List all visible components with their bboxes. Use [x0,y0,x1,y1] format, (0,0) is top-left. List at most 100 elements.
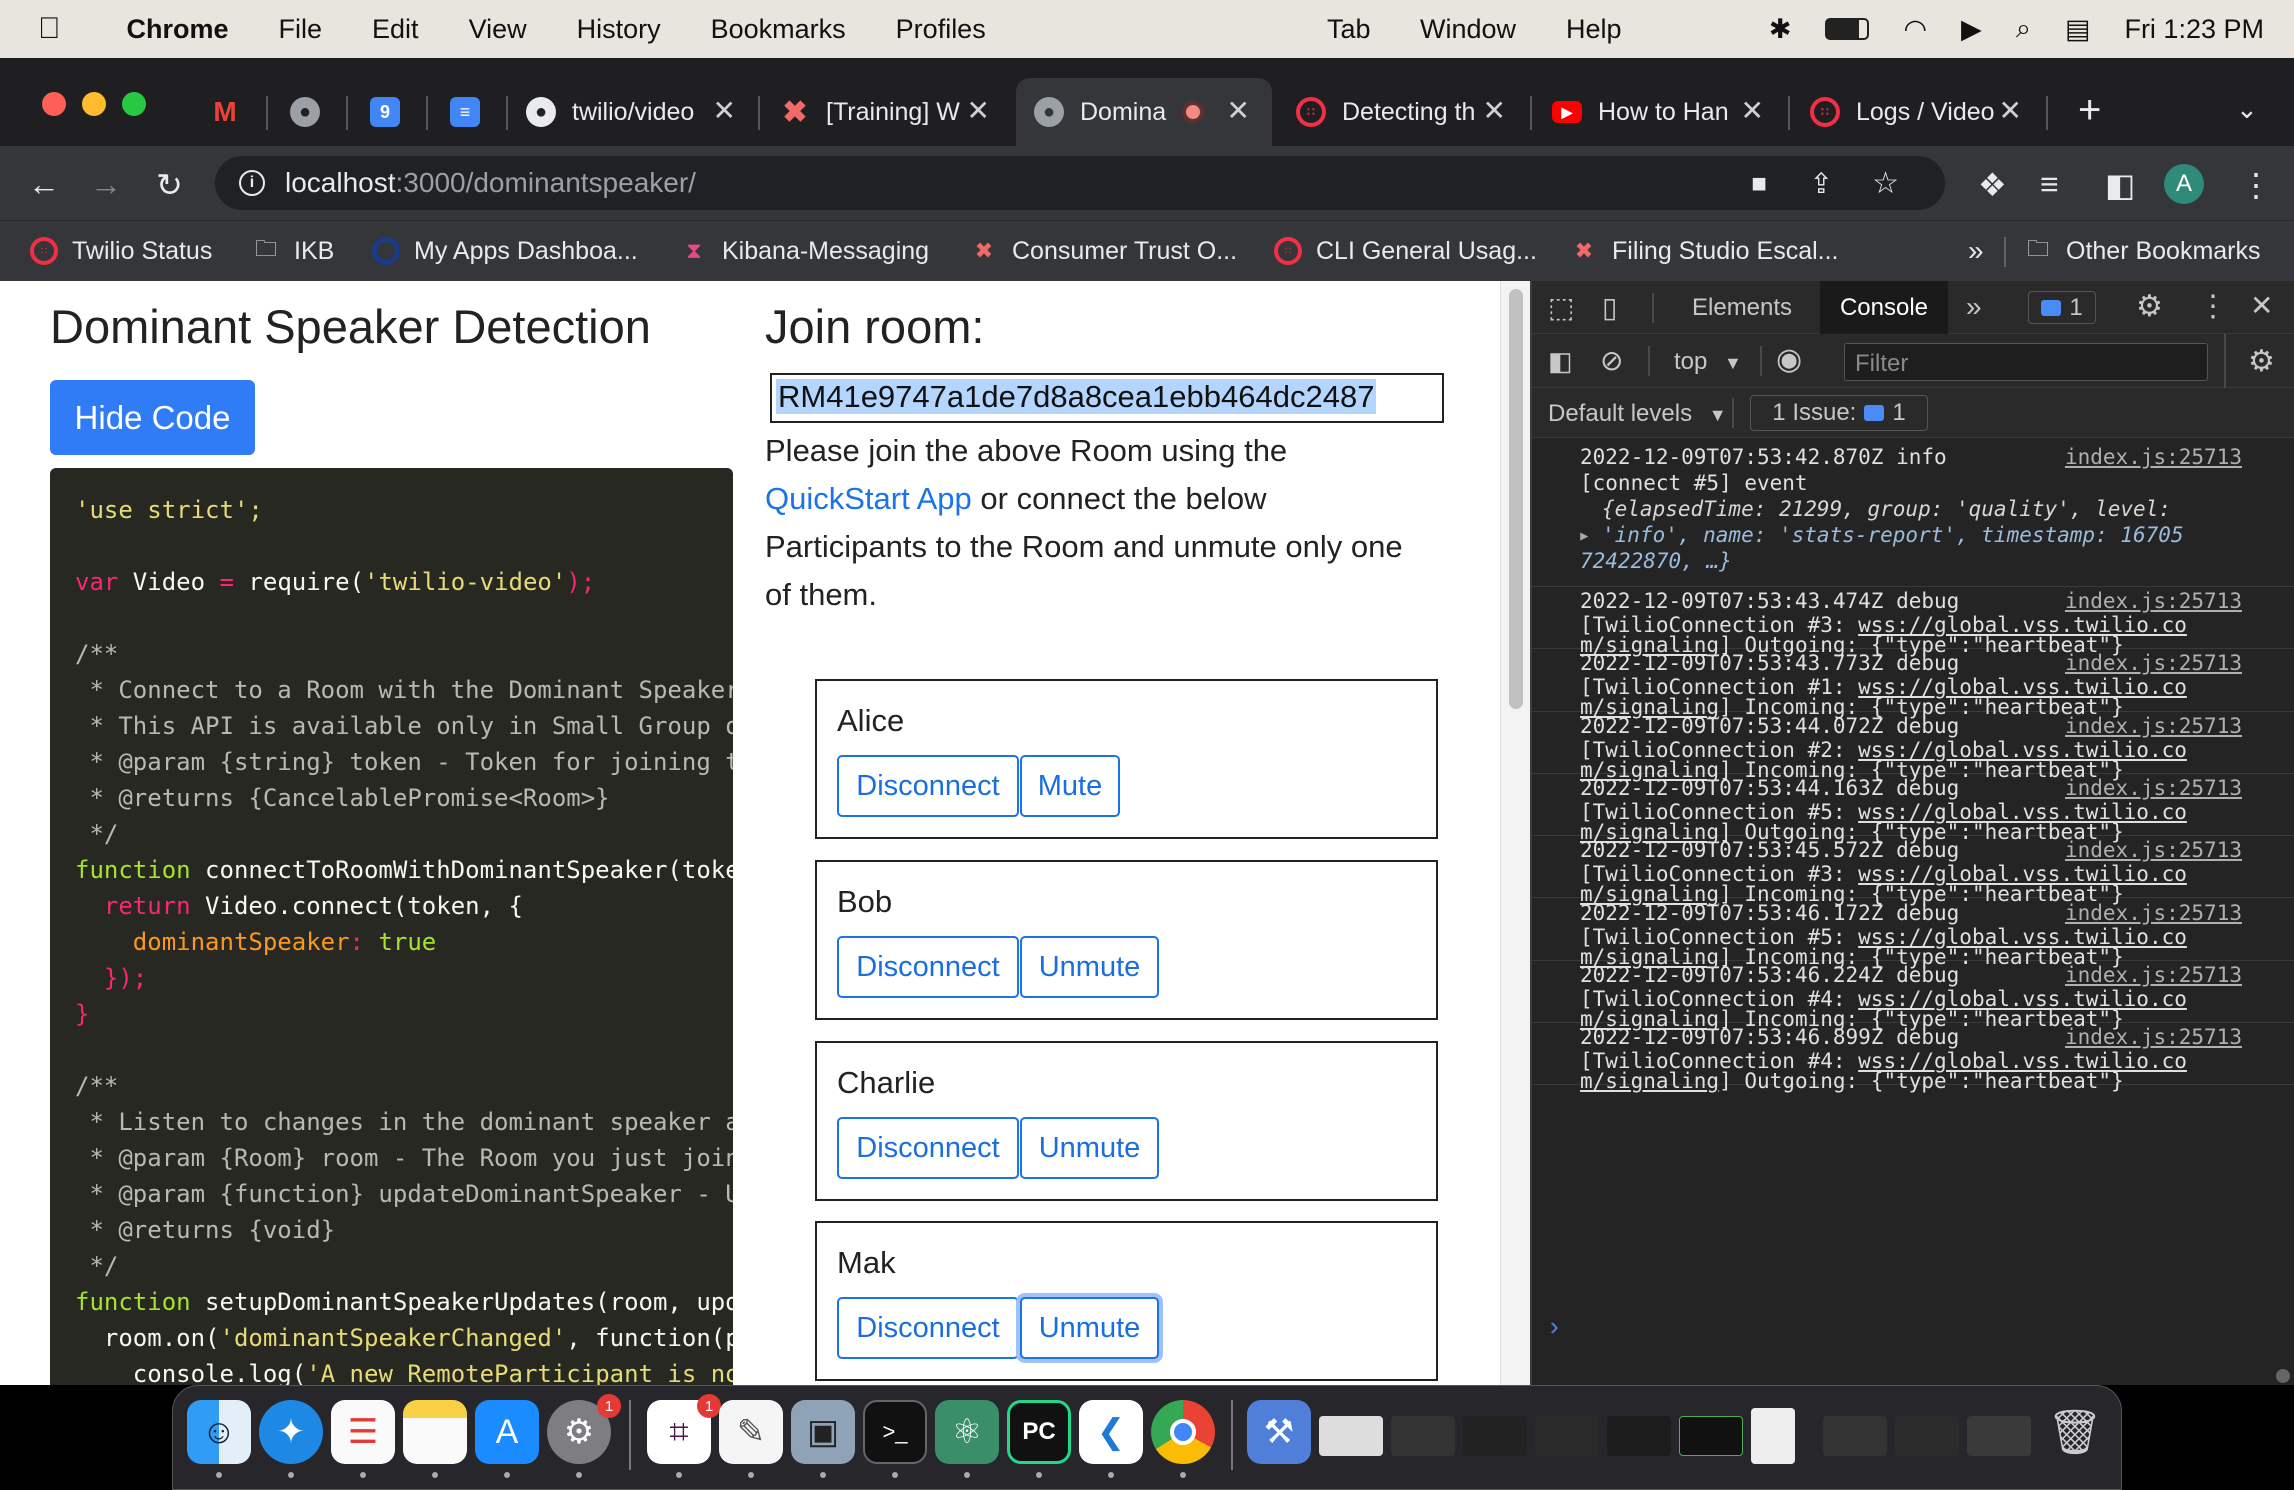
log-source-link[interactable]: index.js:25713 [2065,714,2242,738]
xcode-document-icon[interactable]: ⚒ [1247,1400,1311,1464]
default-levels-dropdown[interactable]: Default levels ▼ [1548,400,1727,428]
apple-icon[interactable]:  [38,12,61,46]
tab-logs-video[interactable]: ∷ Logs / Video ✕ [1792,78,2044,146]
close-tab-icon[interactable]: ✕ [1227,94,1250,127]
mute-toggle-button[interactable]: Unmute [1020,1117,1159,1179]
disconnect-button[interactable]: Disconnect [837,936,1019,998]
disconnect-button[interactable]: Disconnect [837,1297,1019,1359]
site-info-icon[interactable]: i [239,170,265,196]
devtools-kebab-icon[interactable]: ⋮ [2198,289,2228,324]
log-source-link[interactable]: index.js:25713 [2065,589,2242,613]
minimized-window-thumbnail[interactable] [1463,1416,1527,1456]
context-selector[interactable]: top ▼ [1674,348,1742,376]
devtools-settings-gear-icon[interactable]: ⚙ [2136,289,2163,324]
minimized-window-thumbnail[interactable] [1391,1416,1455,1456]
control-center-icon[interactable]: ▤ [2065,14,2091,45]
close-tab-icon[interactable]: ✕ [713,94,736,127]
share-icon[interactable]: ⇪ [1810,167,1833,200]
spotlight-search-icon[interactable]: ⌕ [2016,13,2031,45]
mute-toggle-button[interactable]: Mute [1020,755,1120,817]
bookmark-filing-studio[interactable]: ✖ Filing Studio Escal... [1570,231,1839,271]
tab-pinned-2[interactable]: ● [272,78,344,146]
log-source-link[interactable]: index.js:25713 [2065,838,2242,862]
back-arrow-icon[interactable]: ← [28,166,60,203]
atom-icon[interactable]: ⚛ [935,1400,999,1464]
close-window-button[interactable] [42,92,66,116]
devtools-resize-handle[interactable] [2276,1369,2290,1383]
tab-pinned-docs[interactable]: ≡ [432,78,504,146]
close-tab-icon[interactable]: ✕ [1999,94,2022,127]
bookmark-star-icon[interactable]: ☆ [1872,166,1899,201]
tab-twilio-video[interactable]: ● twilio/video ✕ [508,78,758,146]
console-filter-input[interactable]: Filter [1844,343,2208,381]
more-tabs-icon[interactable]: » [1966,291,1982,323]
address-bar[interactable]: i localhost :3000/dominantspeaker/ ■ ⇪ ☆ [215,156,1945,210]
menu-app-name[interactable]: Chrome [127,14,229,45]
bookmarks-overflow-button[interactable]: » [1968,235,1984,267]
forward-arrow-icon[interactable]: → [90,166,122,203]
tab-search-chevron-icon[interactable]: ⌄ [2236,94,2258,125]
tab-pinned-calendar[interactable]: 9 [352,78,424,146]
minimized-window-thumbnail[interactable] [1751,1408,1795,1464]
live-expression-eye-icon[interactable]: ◉ [1776,342,1802,377]
log-source-link[interactable]: index.js:25713 [2065,901,2242,925]
reload-icon[interactable]: ↻ [156,166,183,204]
tab-elements[interactable]: Elements [1692,294,1792,322]
textedit-icon[interactable]: ✎ [719,1400,783,1464]
disconnect-button[interactable]: Disconnect [837,755,1019,817]
console-settings-gear-icon[interactable]: ⚙ [2248,344,2275,379]
other-bookmarks[interactable]: 🗀 Other Bookmarks [2024,231,2261,271]
chrome-icon[interactable] [1151,1400,1215,1464]
quickstart-app-link[interactable]: QuickStart App [765,481,972,516]
hide-code-button[interactable]: Hide Code [50,380,255,455]
terminal-icon[interactable]: >_ [863,1400,927,1464]
extensions-puzzle-icon[interactable]: ❖ [1978,166,2007,204]
wss-url-link[interactable]: m/signaling [1580,1069,1719,1093]
pycharm-icon[interactable]: PC [1007,1400,1071,1464]
bluetooth-icon[interactable]: ✱ [1769,14,1792,45]
log-object[interactable]: 'info', name: 'stats-report', timestamp:… [1580,523,2184,547]
device-toolbar-icon[interactable]: ▯ [1602,291,1617,324]
menu-help[interactable]: Help [1566,14,1622,45]
side-panel-icon[interactable]: ◧ [2105,166,2135,204]
close-tab-icon[interactable]: ✕ [967,94,990,127]
page-scrollbar-thumb[interactable] [1509,289,1523,709]
page-scrollbar[interactable] [1500,281,1530,1385]
issues-counter-button[interactable]: 1 Issue: 1 [1750,395,1928,431]
chrome-menu-kebab-icon[interactable]: ⋮ [2240,166,2272,204]
tab-training[interactable]: ✖ [Training] W ✕ [762,78,1012,146]
reminders-icon[interactable]: ☰ [331,1400,395,1464]
console-prompt[interactable]: › [1550,1311,1559,1342]
minimized-window-thumbnail[interactable] [1535,1416,1599,1456]
tab-how-to-handle[interactable]: ▶ How to Han ✕ [1534,78,1786,146]
close-devtools-icon[interactable]: ✕ [2250,289,2273,322]
minimized-window-thumbnail[interactable] [1895,1416,1959,1456]
log-source-link[interactable]: index.js:25713 [2065,651,2242,675]
minimized-window-thumbnail[interactable] [1319,1416,1383,1456]
menu-tab[interactable]: Tab [1327,14,1371,45]
app-store-icon[interactable]: A [475,1400,539,1464]
tab-console-active[interactable]: Console [1820,281,1948,334]
log-source-link[interactable]: index.js:25713 [2065,776,2242,800]
log-source-link[interactable]: index.js:25713 [2065,1025,2242,1049]
safari-icon[interactable]: ✦ [259,1400,323,1464]
bookmark-ikb[interactable]: 🗀 IKB [252,231,334,271]
minimized-window-thumbnail[interactable] [1607,1416,1671,1456]
mute-toggle-button-focused[interactable]: Unmute [1020,1297,1159,1359]
menu-file[interactable]: File [279,14,323,45]
media-controls-icon[interactable]: ≡ [2040,166,2059,203]
trash-icon[interactable]: 🗑 [2043,1400,2107,1464]
bookmark-cli-general[interactable]: ∷ CLI General Usag... [1274,231,1537,271]
minimized-window-thumbnail[interactable] [1679,1416,1743,1456]
bookmark-twilio-status[interactable]: ∷ Twilio Status [30,231,212,271]
close-tab-icon[interactable]: ✕ [1483,94,1506,127]
battery-icon[interactable] [1825,18,1870,40]
menu-profiles[interactable]: Profiles [896,14,986,45]
tab-dominant-speaker-active[interactable]: ● Domina ✕ [1016,78,1272,146]
log-object[interactable]: {elapsedTime: 21299, group: 'quality', l… [1580,497,2294,523]
zoom-window-button[interactable] [122,92,146,116]
tab-pinned-gmail[interactable]: M [192,78,264,146]
notes-icon[interactable] [403,1400,467,1464]
menu-history[interactable]: History [577,14,661,45]
menu-bookmarks[interactable]: Bookmarks [711,14,846,45]
